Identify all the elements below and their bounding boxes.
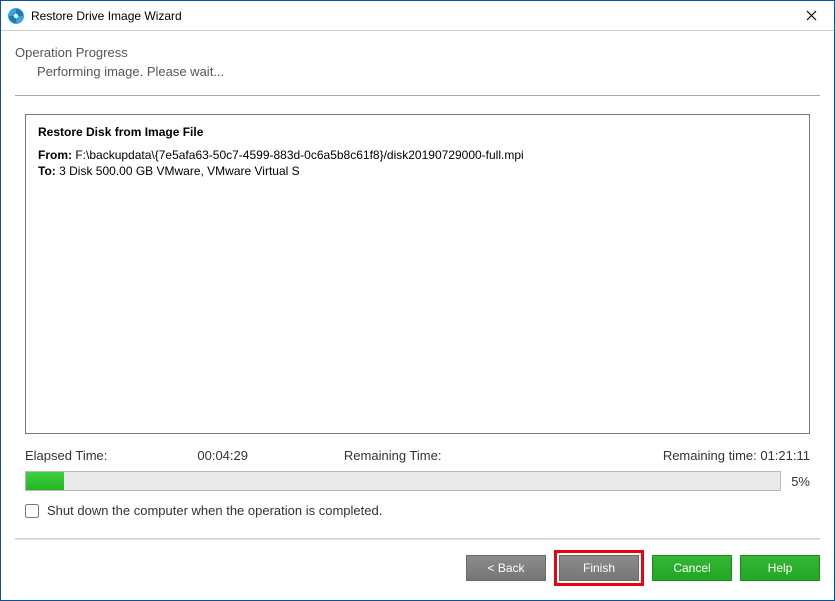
finish-highlight: Finish	[554, 550, 644, 586]
progress-row: 5%	[25, 471, 810, 491]
app-icon	[7, 7, 25, 25]
log-title: Restore Disk from Image File	[38, 125, 797, 139]
heading-subtitle: Performing image. Please wait...	[15, 64, 820, 79]
shutdown-checkbox[interactable]	[25, 504, 39, 518]
progress-percent: 5%	[791, 474, 810, 489]
shutdown-label[interactable]: Shut down the computer when the operatio…	[47, 503, 382, 518]
window-title: Restore Drive Image Wizard	[31, 9, 789, 23]
cancel-button[interactable]: Cancel	[652, 555, 732, 581]
log-from-label: From:	[38, 148, 72, 162]
finish-button[interactable]: Finish	[559, 555, 639, 581]
heading-area: Operation Progress Performing image. Ple…	[1, 31, 834, 89]
titlebar: Restore Drive Image Wizard	[1, 1, 834, 31]
log-to-value: 3 Disk 500.00 GB VMware, VMware Virtual …	[59, 164, 300, 178]
log-box: Restore Disk from Image File From: F:\ba…	[25, 114, 810, 434]
log-to: To: 3 Disk 500.00 GB VMware, VMware Virt…	[38, 163, 797, 179]
progress-fill	[26, 472, 64, 490]
elapsed-label: Elapsed Time:	[25, 448, 107, 463]
help-button[interactable]: Help	[740, 555, 820, 581]
log-from-value: F:\backupdata\{7e5afa63-50c7-4599-883d-0…	[75, 148, 523, 162]
log-from: From: F:\backupdata\{7e5afa63-50c7-4599-…	[38, 147, 797, 163]
remaining-label: Remaining Time:	[344, 448, 442, 463]
heading-divider	[15, 95, 820, 96]
remaining-value: Remaining time: 01:21:11	[663, 448, 810, 463]
heading-title: Operation Progress	[15, 45, 820, 60]
close-button[interactable]	[789, 1, 834, 31]
log-to-label: To:	[38, 164, 56, 178]
back-button[interactable]: < Back	[466, 555, 546, 581]
progress-bar	[25, 471, 781, 491]
elapsed-value: 00:04:29	[197, 448, 248, 463]
button-row: < Back Finish Cancel Help	[1, 540, 834, 600]
shutdown-row: Shut down the computer when the operatio…	[25, 503, 810, 518]
timers-row: Elapsed Time: 00:04:29 Remaining Time: R…	[25, 448, 810, 463]
